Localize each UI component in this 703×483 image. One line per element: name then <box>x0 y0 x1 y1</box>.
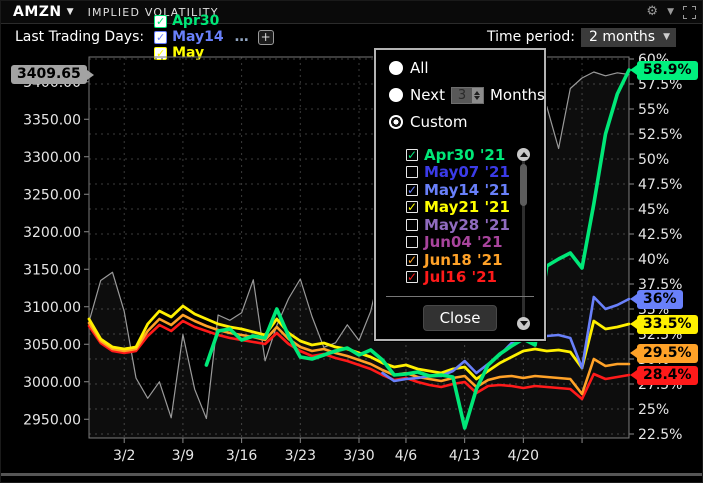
date-tick-label: 4/20 <box>508 448 539 464</box>
iv-tick-label: 45% <box>638 202 669 218</box>
expiration-checkbox-icon[interactable]: ✓ <box>406 183 418 196</box>
iv-tick-label: 55% <box>638 102 669 118</box>
iv-tick-label: 52.5% <box>638 127 682 143</box>
bubble-pointer-icon <box>630 294 637 304</box>
radio-option-custom[interactable]: Custom <box>389 113 544 131</box>
price-tick-label: 3350.00 <box>23 112 81 128</box>
iv-tick-label: 40% <box>638 252 669 268</box>
expiration-row[interactable]: ✓ Jul16 '21 <box>406 268 516 287</box>
expiration-label: Jun04 '21 <box>424 233 503 252</box>
scrollbar-thumb[interactable] <box>520 164 527 206</box>
expiration-row[interactable]: May07 '21 <box>406 163 516 182</box>
scroll-down-button[interactable] <box>517 317 530 330</box>
price-tick-label: 3250.00 <box>23 187 81 203</box>
price-tick-label: 3200.00 <box>23 225 81 241</box>
spinner-down-icon <box>474 95 481 100</box>
radio-custom-label: Custom <box>410 113 468 131</box>
chart-canvas[interactable]: 60%57.5%55%52.5%50%47.5%45%42.5%40%37.5%… <box>1 1 703 483</box>
expiration-label: Apr30 '21 <box>424 145 506 164</box>
radio-all-label: All <box>410 59 429 77</box>
price-tick-label: 3300.00 <box>23 150 81 166</box>
radio-option-next-months[interactable]: Next 3 Months <box>389 86 545 104</box>
price-tick-label: 3100.00 <box>23 300 81 316</box>
date-tick-label: 4/6 <box>395 448 418 464</box>
iv-tick-label: 47.5% <box>638 177 682 193</box>
radio-all-icon[interactable] <box>389 61 403 75</box>
radio-option-all[interactable]: All <box>389 59 544 77</box>
price-tick-label: 3150.00 <box>23 262 81 278</box>
expiration-checkbox-icon[interactable]: ✓ <box>406 148 418 161</box>
bubble-pointer-icon <box>630 65 637 75</box>
expiration-checkbox-icon[interactable]: ✓ <box>406 271 418 284</box>
iv-tick-label: 25% <box>638 402 669 418</box>
expiration-row[interactable]: May28 '21 <box>406 216 516 234</box>
iv-tick-label: 22.5% <box>638 427 682 443</box>
expiration-row[interactable]: ✓ May21 '21 <box>406 198 516 217</box>
expiration-label: May14 '21 <box>424 180 510 199</box>
scroll-down-icon <box>519 321 528 326</box>
expiration-label: Jun18 '21 <box>424 250 503 269</box>
close-button[interactable]: Close <box>423 305 497 331</box>
iv-tick-label: 50% <box>638 152 669 168</box>
bubble-pointer-icon <box>86 69 94 80</box>
last-value-bubble-amzn-price: 3409.65 <box>11 65 94 84</box>
expiration-checkbox-icon[interactable] <box>406 236 418 249</box>
expiration-dialog: All Next 3 Months Custom ✓ Apr30 '21 May07… <box>374 48 546 341</box>
bubble-pointer-icon <box>630 319 637 329</box>
bubble-pointer-icon <box>630 370 637 380</box>
months-value[interactable]: 3 <box>451 87 472 103</box>
spinner-arrows[interactable] <box>471 87 483 103</box>
expiration-row[interactable]: ✓ Apr30 '21 <box>406 146 516 164</box>
scroll-up-button[interactable] <box>517 148 530 161</box>
expiration-scrollbar[interactable] <box>516 148 531 330</box>
last-value-bubble-may21-21: 33.5% <box>630 314 698 334</box>
expiration-label: May21 '21 <box>424 198 510 217</box>
date-tick-label: 3/9 <box>172 448 195 464</box>
expiration-row[interactable]: ✓ May14 '21 <box>406 181 516 199</box>
expiration-row[interactable]: Jun04 '21 <box>406 233 516 252</box>
expiration-checkbox-icon[interactable] <box>406 166 418 179</box>
spinner-up-icon <box>474 90 481 95</box>
expiration-label: May07 '21 <box>424 163 510 182</box>
radio-next-icon[interactable] <box>389 88 403 102</box>
last-value-bubble-may14-21: 36% <box>630 289 683 309</box>
expiration-label: Jul16 '21 <box>424 268 497 287</box>
date-tick-label: 3/16 <box>226 448 258 464</box>
expiration-checkbox-icon[interactable]: ✓ <box>406 201 418 214</box>
tws-implied-volatility-window: AMZN ▼ IMPLIED VOLATILITY ⚙ ▼ Last Tradi… <box>0 0 703 483</box>
date-tick-label: 3/2 <box>113 448 136 464</box>
price-tick-label: 3050.00 <box>23 337 81 353</box>
expiration-checkbox-icon[interactable] <box>406 218 418 231</box>
last-value-bubble-jun18-21: 29.5% <box>630 343 698 363</box>
expiration-row[interactable]: ✓ Jun18 '21 <box>406 251 516 269</box>
radio-custom-icon[interactable] <box>389 115 403 129</box>
bubble-pointer-icon <box>630 348 637 358</box>
date-tick-label: 4/13 <box>449 448 480 464</box>
scroll-up-icon <box>519 152 528 157</box>
price-tick-label: 3000.00 <box>23 375 81 391</box>
months-spinner[interactable]: 3 <box>450 86 484 104</box>
iv-tick-label: 42.5% <box>638 227 682 243</box>
months-suffix-label: Months <box>489 86 545 104</box>
price-tick-label: 2950.00 <box>23 412 81 428</box>
expiration-list: ✓ Apr30 '21 May07 '21 ✓ May14 '21 ✓ May21 '21 M… <box>406 146 516 286</box>
dialog-separator <box>386 296 534 297</box>
radio-next-label: Next <box>410 86 445 104</box>
expiration-checkbox-icon[interactable]: ✓ <box>406 253 418 266</box>
date-tick-label: 3/23 <box>285 448 316 464</box>
expiration-label: May28 '21 <box>424 215 510 234</box>
date-tick-label: 3/30 <box>343 448 374 464</box>
last-value-bubble-apr30-21: 58.9% <box>630 60 698 80</box>
last-value-bubble-jul16-21: 28.4% <box>630 365 698 385</box>
